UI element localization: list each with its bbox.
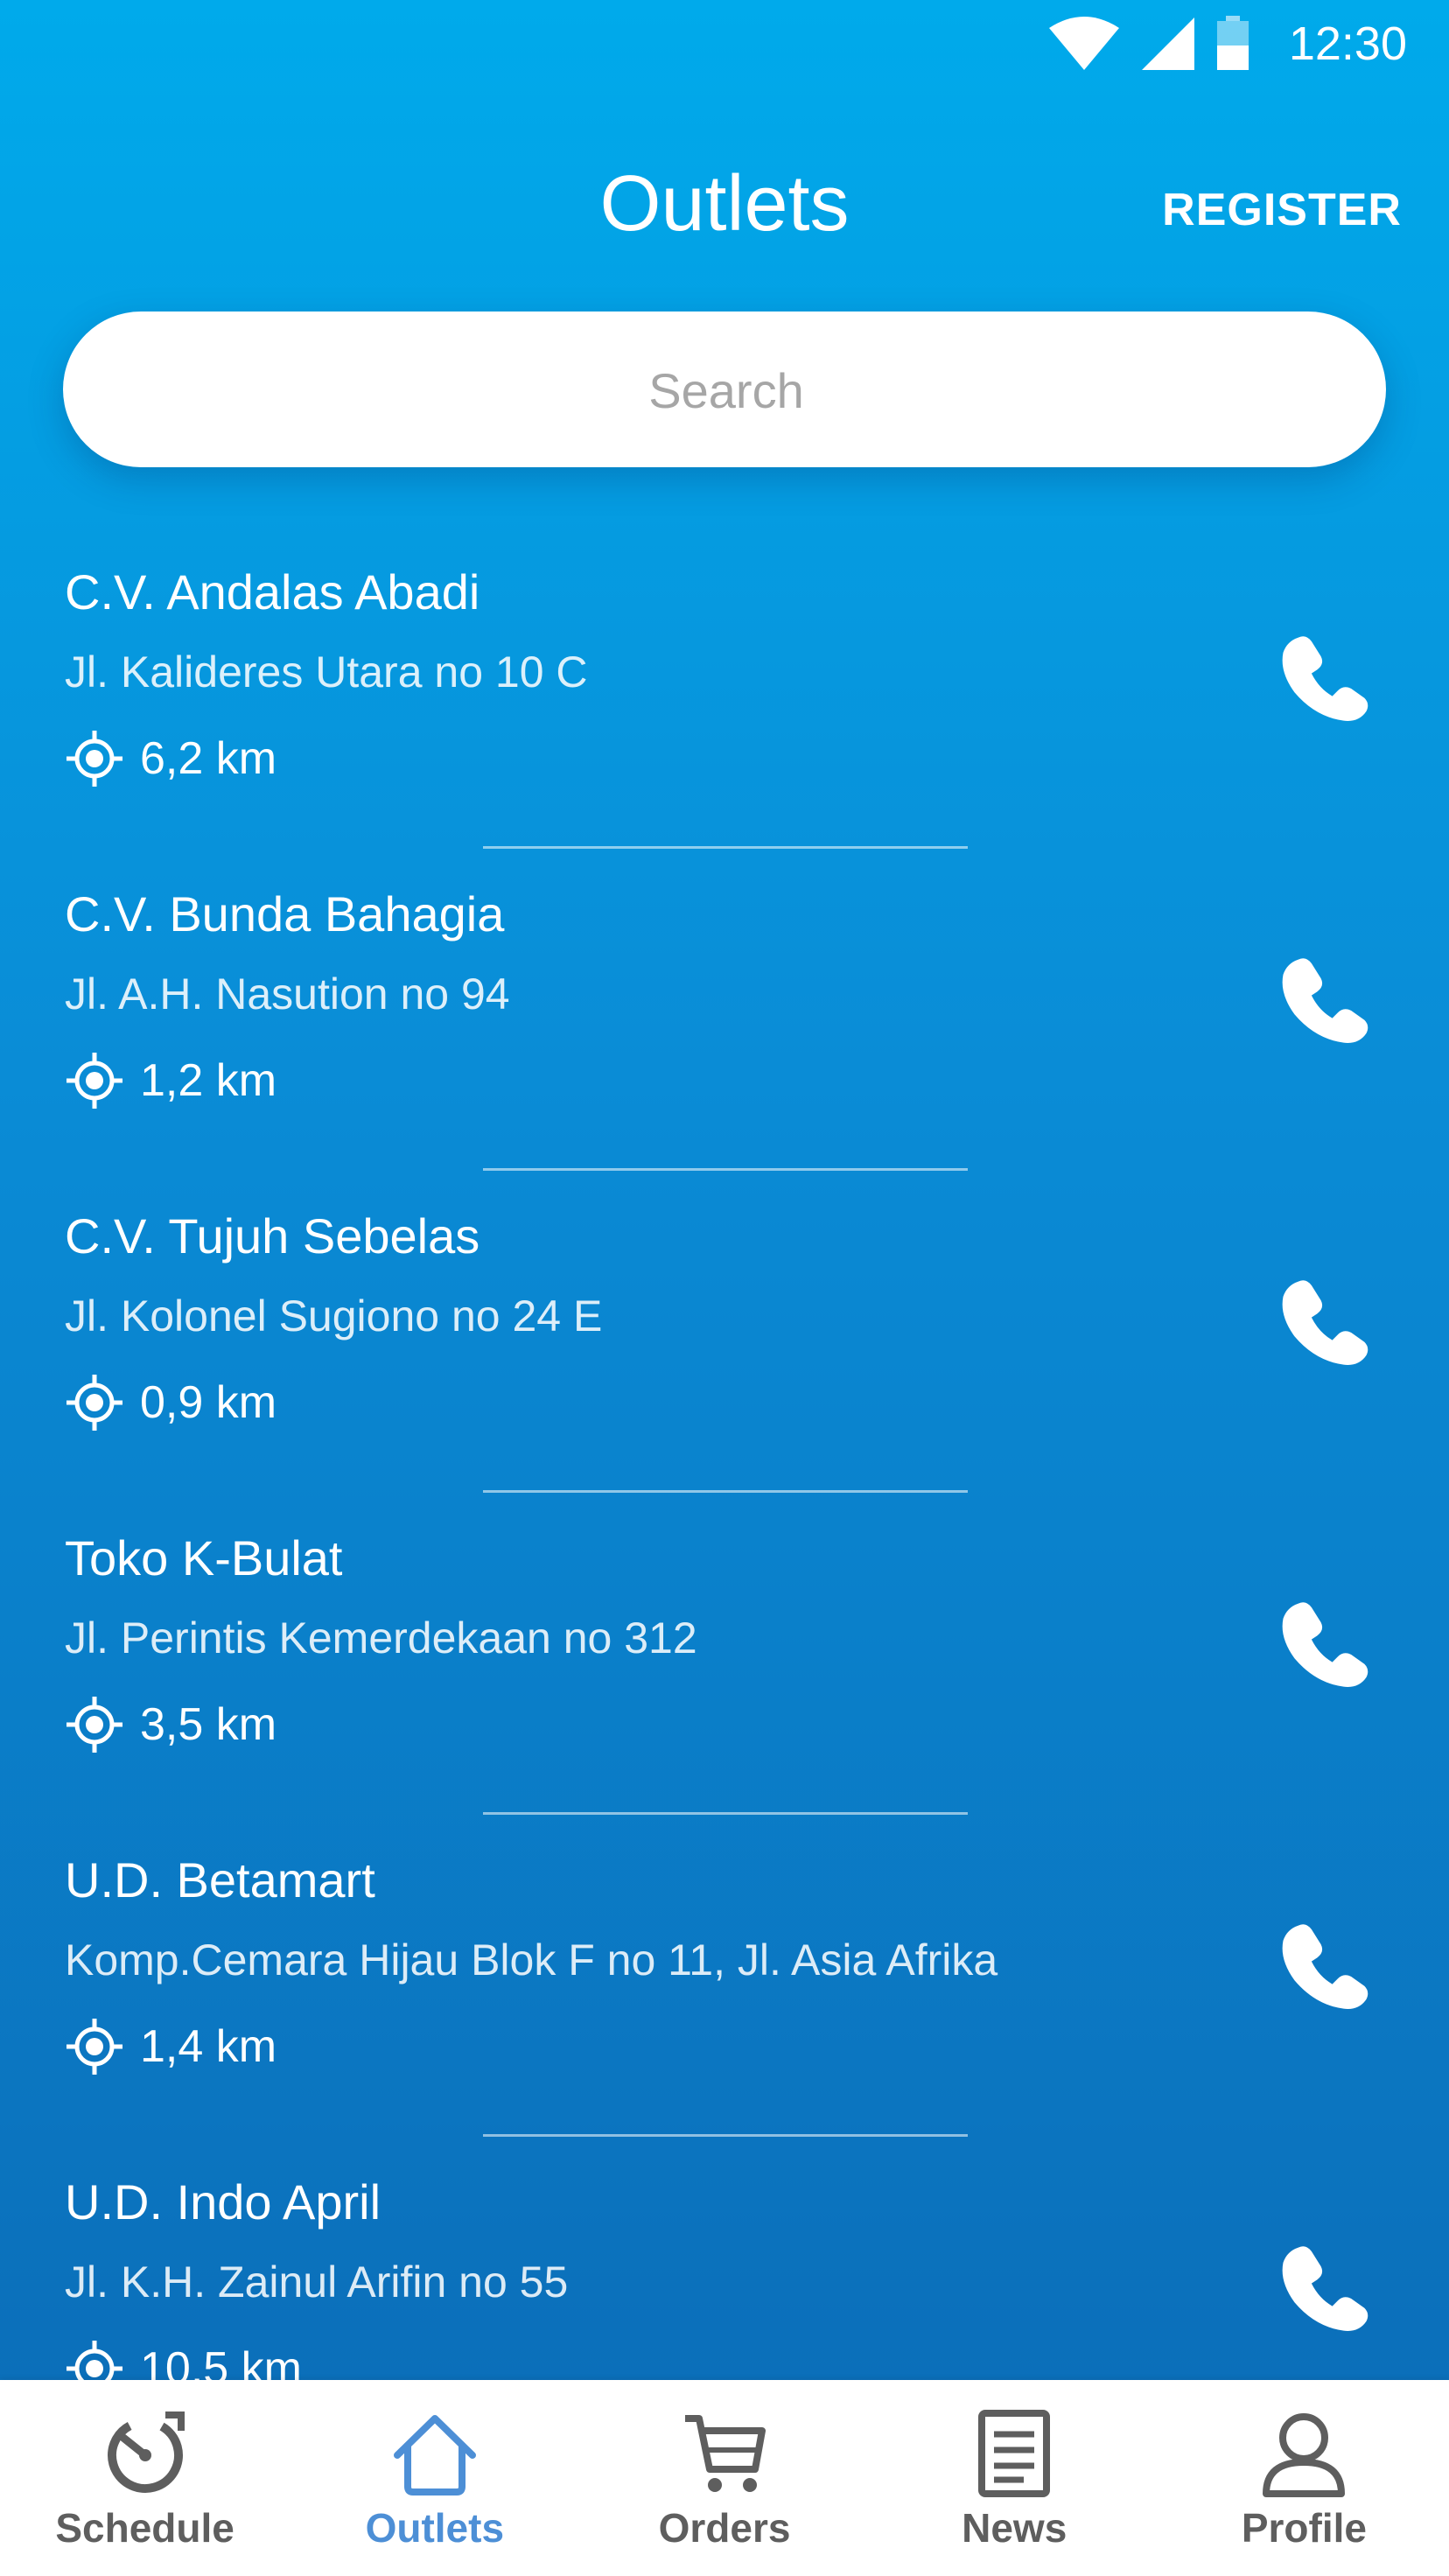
location-target-icon — [66, 2019, 122, 2075]
phone-icon[interactable] — [1278, 952, 1372, 1046]
status-icons: 12:30 — [1047, 16, 1407, 72]
outlet-list-item[interactable]: C.V. Andalas Abadi Jl. Kalideres Utara no… — [0, 527, 1449, 849]
battery-icon — [1216, 16, 1249, 70]
outlet-address: Jl. Kalideres Utara no 10 C — [65, 648, 588, 696]
outlet-distance-value: 1,4 km — [140, 2021, 277, 2072]
wifi-icon — [1048, 17, 1119, 70]
outlet-distance-value: 3,5 km — [140, 1699, 277, 1750]
outlet-name: Toko K-Bulat — [65, 1530, 343, 1586]
outlets-screen: 12:30 Outlets REGISTER C.V. Andalas Abad… — [0, 0, 1449, 2380]
cellular-signal-icon — [1141, 18, 1194, 70]
location-target-icon — [66, 1053, 122, 1109]
nav-item-outlets[interactable]: Outlets — [290, 2380, 579, 2576]
outlet-list: C.V. Andalas Abadi Jl. Kalideres Utara no… — [0, 527, 1449, 2380]
phone-icon[interactable] — [1278, 2240, 1372, 2334]
register-button[interactable]: REGISTER — [1162, 184, 1402, 236]
outlet-name: U.D. Betamart — [65, 1852, 375, 1908]
outlet-name: C.V. Tujuh Sebelas — [65, 1208, 480, 1264]
outlet-address: Jl. Perintis Kemerdekaan no 312 — [65, 1614, 697, 1662]
nav-label-outlets: Outlets — [365, 2505, 505, 2551]
clock-icon — [107, 2412, 185, 2493]
outlet-name: C.V. Andalas Abadi — [65, 564, 480, 620]
outlet-name: C.V. Bunda Bahagia — [65, 886, 505, 942]
location-target-icon — [66, 1375, 122, 1431]
outlet-distance: 1,2 km — [65, 1050, 276, 1111]
nav-label-profile: Profile — [1241, 2505, 1367, 2551]
outlet-address: Jl. A.H. Nasution no 94 — [65, 970, 510, 1018]
outlet-list-item[interactable]: C.V. Tujuh Sebelas Jl. Kolonel Sugiono no… — [0, 1171, 1449, 1493]
outlet-distance: 3,5 km — [65, 1694, 276, 1755]
phone-icon[interactable] — [1278, 630, 1372, 724]
outlet-distance: 10,5 km — [65, 2338, 302, 2380]
cart-icon — [685, 2415, 766, 2492]
document-icon — [978, 2410, 1051, 2497]
bottom-navigation: Schedule Outlets Orders News Profile — [0, 2380, 1449, 2576]
location-target-icon — [66, 1697, 122, 1753]
location-target-icon — [66, 731, 122, 787]
phone-icon[interactable] — [1278, 1596, 1372, 1690]
location-target-icon — [66, 2341, 122, 2380]
home-icon — [393, 2415, 476, 2496]
outlet-distance-value: 0,9 km — [140, 1377, 277, 1428]
user-icon — [1263, 2413, 1346, 2497]
nav-item-orders[interactable]: Orders — [579, 2380, 869, 2576]
status-bar: 12:30 — [0, 0, 1449, 88]
nav-item-schedule[interactable]: Schedule — [0, 2380, 290, 2576]
outlet-distance-value: 6,2 km — [140, 733, 277, 784]
nav-label-schedule: Schedule — [55, 2505, 234, 2551]
phone-icon[interactable] — [1278, 1274, 1372, 1368]
outlet-distance-value: 1,2 km — [140, 1055, 277, 1106]
outlet-address: Komp.Cemara Hijau Blok F no 11, Jl. Asia… — [65, 1936, 998, 1984]
search-input[interactable] — [63, 312, 1390, 469]
outlet-name: U.D. Indo April — [65, 2174, 382, 2230]
outlet-distance: 0,9 km — [65, 1372, 276, 1433]
outlet-distance: 1,4 km — [65, 2016, 276, 2077]
outlet-address: Jl. Kolonel Sugiono no 24 E — [65, 1292, 603, 1340]
phone-icon[interactable] — [1278, 1918, 1372, 2012]
outlet-list-item[interactable]: C.V. Bunda Bahagia Jl. A.H. Nasution no 9… — [0, 849, 1449, 1171]
outlet-address: Jl. K.H. Zainul Arifin no 55 — [65, 2258, 569, 2306]
outlet-list-item[interactable]: Toko K-Bulat Jl. Perintis Kemerdekaan no … — [0, 1493, 1449, 1815]
nav-item-profile[interactable]: Profile — [1159, 2380, 1449, 2576]
status-time: 12:30 — [1288, 18, 1407, 70]
outlet-list-item[interactable]: U.D. Betamart Komp.Cemara Hijau Blok F no… — [0, 1815, 1449, 2137]
outlet-distance-value: 10,5 km — [140, 2343, 302, 2380]
nav-label-news: News — [962, 2505, 1068, 2551]
nav-item-news[interactable]: News — [870, 2380, 1159, 2576]
outlet-list-item[interactable]: U.D. Indo April Jl. K.H. Zainul Arifin no… — [0, 2137, 1449, 2380]
search-bar — [63, 312, 1390, 469]
outlet-distance: 6,2 km — [65, 728, 276, 789]
nav-label-orders: Orders — [658, 2505, 791, 2551]
